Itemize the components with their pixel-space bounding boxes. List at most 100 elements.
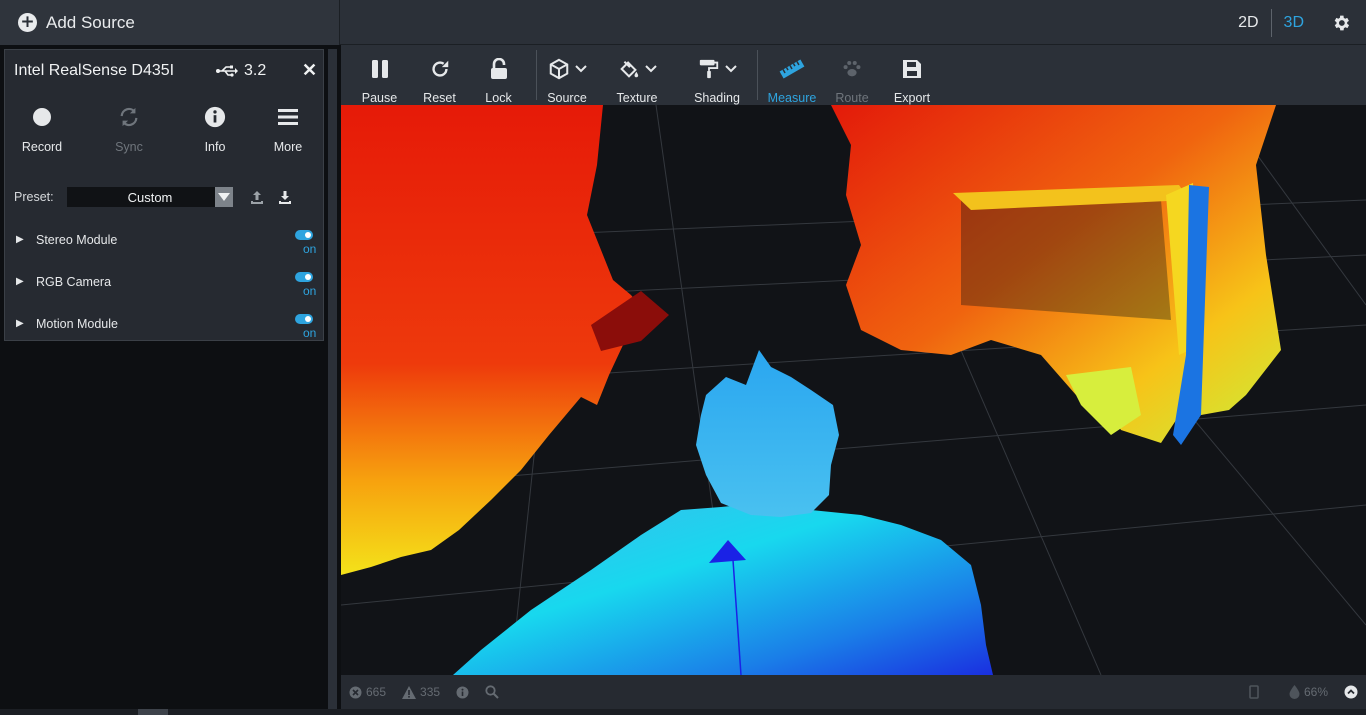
reset-label: Reset — [423, 91, 456, 105]
route-label: Route — [835, 91, 869, 105]
pause-button[interactable]: Pause — [341, 45, 418, 105]
warning-icon — [402, 685, 417, 699]
add-source-label: Add Source — [46, 12, 135, 32]
error-icon — [349, 686, 362, 698]
module-name: Stereo Module — [36, 233, 118, 247]
chevron-down-icon — [215, 187, 233, 207]
module-state: on — [303, 284, 317, 298]
person-body-cloud — [453, 503, 993, 675]
route-button[interactable]: Route — [826, 45, 878, 105]
lock-button[interactable]: Lock — [461, 45, 536, 105]
expand-triangle-icon: ▶ — [16, 276, 24, 287]
search-button[interactable] — [477, 685, 507, 699]
pause-icon — [371, 60, 388, 78]
export-label: Export — [893, 91, 931, 105]
device-name: Intel RealSense D435I — [14, 62, 175, 79]
person-head-cloud — [696, 350, 839, 517]
upload-preset-button[interactable] — [243, 190, 271, 204]
add-source-button[interactable]: + Add Source — [0, 0, 340, 45]
record-button[interactable]: Record — [5, 102, 79, 162]
info-icon — [204, 106, 226, 128]
module-toggle[interactable] — [295, 272, 313, 282]
droplet-icon — [1289, 685, 1300, 699]
view-2d-button[interactable]: 2D — [1226, 9, 1270, 37]
gear-icon — [1334, 15, 1350, 30]
point-cloud-render — [341, 105, 1366, 675]
viewer-toolbar: Pause Reset Lock Source Texture Shading … — [341, 45, 1366, 105]
error-count-value: 665 — [366, 685, 387, 699]
sync-icon — [120, 107, 138, 127]
horizontal-scrollbar[interactable] — [0, 709, 1366, 715]
info-button[interactable]: Info — [179, 102, 251, 162]
settings-button[interactable] — [1316, 0, 1366, 45]
more-button[interactable]: More — [251, 102, 325, 162]
module-motion[interactable]: ▶ Motion Module on — [5, 308, 325, 348]
pause-label: Pause — [361, 91, 398, 105]
module-state: on — [303, 326, 317, 340]
sync-button[interactable]: Sync — [79, 102, 179, 162]
usb-indicator: 3.2 — [216, 62, 266, 80]
paint-roller-icon — [699, 59, 718, 79]
view-3d-button[interactable]: 3D — [1272, 9, 1316, 37]
preset-select[interactable]: Custom — [67, 187, 233, 207]
record-icon — [33, 108, 51, 126]
chevron-up-icon — [1344, 685, 1358, 699]
info-status-button[interactable] — [448, 686, 477, 699]
device-actions: Record Sync Info More — [5, 102, 325, 162]
module-stereo[interactable]: ▶ Stereo Module on — [5, 224, 325, 264]
info-icon — [456, 686, 469, 698]
menu-icon — [278, 109, 298, 125]
scrollbar-thumb[interactable] — [138, 709, 168, 715]
status-bar: 665 335 66% — [341, 675, 1366, 709]
top-header: + Add Source 2D 3D — [0, 0, 1366, 45]
usb-icon — [216, 65, 238, 77]
error-count[interactable]: 665 — [341, 685, 394, 699]
save-icon — [903, 60, 921, 78]
download-preset-button[interactable] — [271, 190, 299, 204]
shading-label: Shading — [694, 91, 740, 105]
panel-scrollbar[interactable] — [328, 49, 337, 710]
point-cloud-viewport[interactable] — [341, 105, 1366, 675]
ruler-icon — [779, 59, 805, 79]
module-name: RGB Camera — [36, 275, 112, 289]
expand-triangle-icon: ▶ — [16, 318, 24, 329]
preset-value: Custom — [127, 189, 173, 205]
measure-button[interactable]: Measure — [758, 45, 826, 105]
module-name: Motion Module — [36, 317, 118, 331]
sync-label: Sync — [115, 140, 143, 154]
shading-dropdown[interactable]: Shading — [677, 45, 757, 105]
expand-status-button[interactable] — [1336, 685, 1366, 699]
module-rgb-camera[interactable]: ▶ RGB Camera on — [5, 266, 325, 306]
texture-dropdown[interactable]: Texture — [597, 45, 677, 105]
more-label: More — [273, 140, 303, 154]
measure-label: Measure — [767, 91, 817, 105]
module-state: on — [303, 242, 317, 256]
memory-icon — [1249, 685, 1259, 699]
reset-icon — [431, 60, 448, 77]
export-button[interactable]: Export — [878, 45, 946, 105]
upload-icon — [251, 191, 263, 204]
device-panel: Intel RealSense D435I 3.2 ✕ Record Sync … — [0, 45, 340, 715]
fill-rate-value: 66% — [1303, 685, 1328, 699]
module-toggle[interactable] — [295, 230, 313, 240]
fill-rate: 66% — [1281, 685, 1336, 699]
warning-count[interactable]: 335 — [394, 685, 448, 699]
preset-label: Preset: — [14, 190, 54, 204]
window-hole — [961, 195, 1171, 320]
reset-button[interactable]: Reset — [418, 45, 461, 105]
chevron-down-icon — [644, 65, 657, 73]
info-label: Info — [204, 140, 226, 154]
preset-row: Preset: Custom — [14, 186, 314, 208]
paw-icon — [843, 61, 861, 77]
download-icon — [279, 191, 291, 204]
source-dropdown[interactable]: Source — [537, 45, 597, 105]
module-toggle[interactable] — [295, 314, 313, 324]
close-device-button[interactable]: ✕ — [302, 60, 317, 81]
memory-indicator — [1241, 685, 1267, 699]
unlock-icon — [490, 58, 507, 79]
texture-label: Texture — [616, 91, 658, 105]
view-switch: 2D 3D — [1226, 0, 1366, 45]
search-icon — [485, 685, 499, 699]
warning-count-value: 335 — [420, 685, 441, 699]
device-card: Intel RealSense D435I 3.2 ✕ Record Sync … — [4, 49, 324, 341]
